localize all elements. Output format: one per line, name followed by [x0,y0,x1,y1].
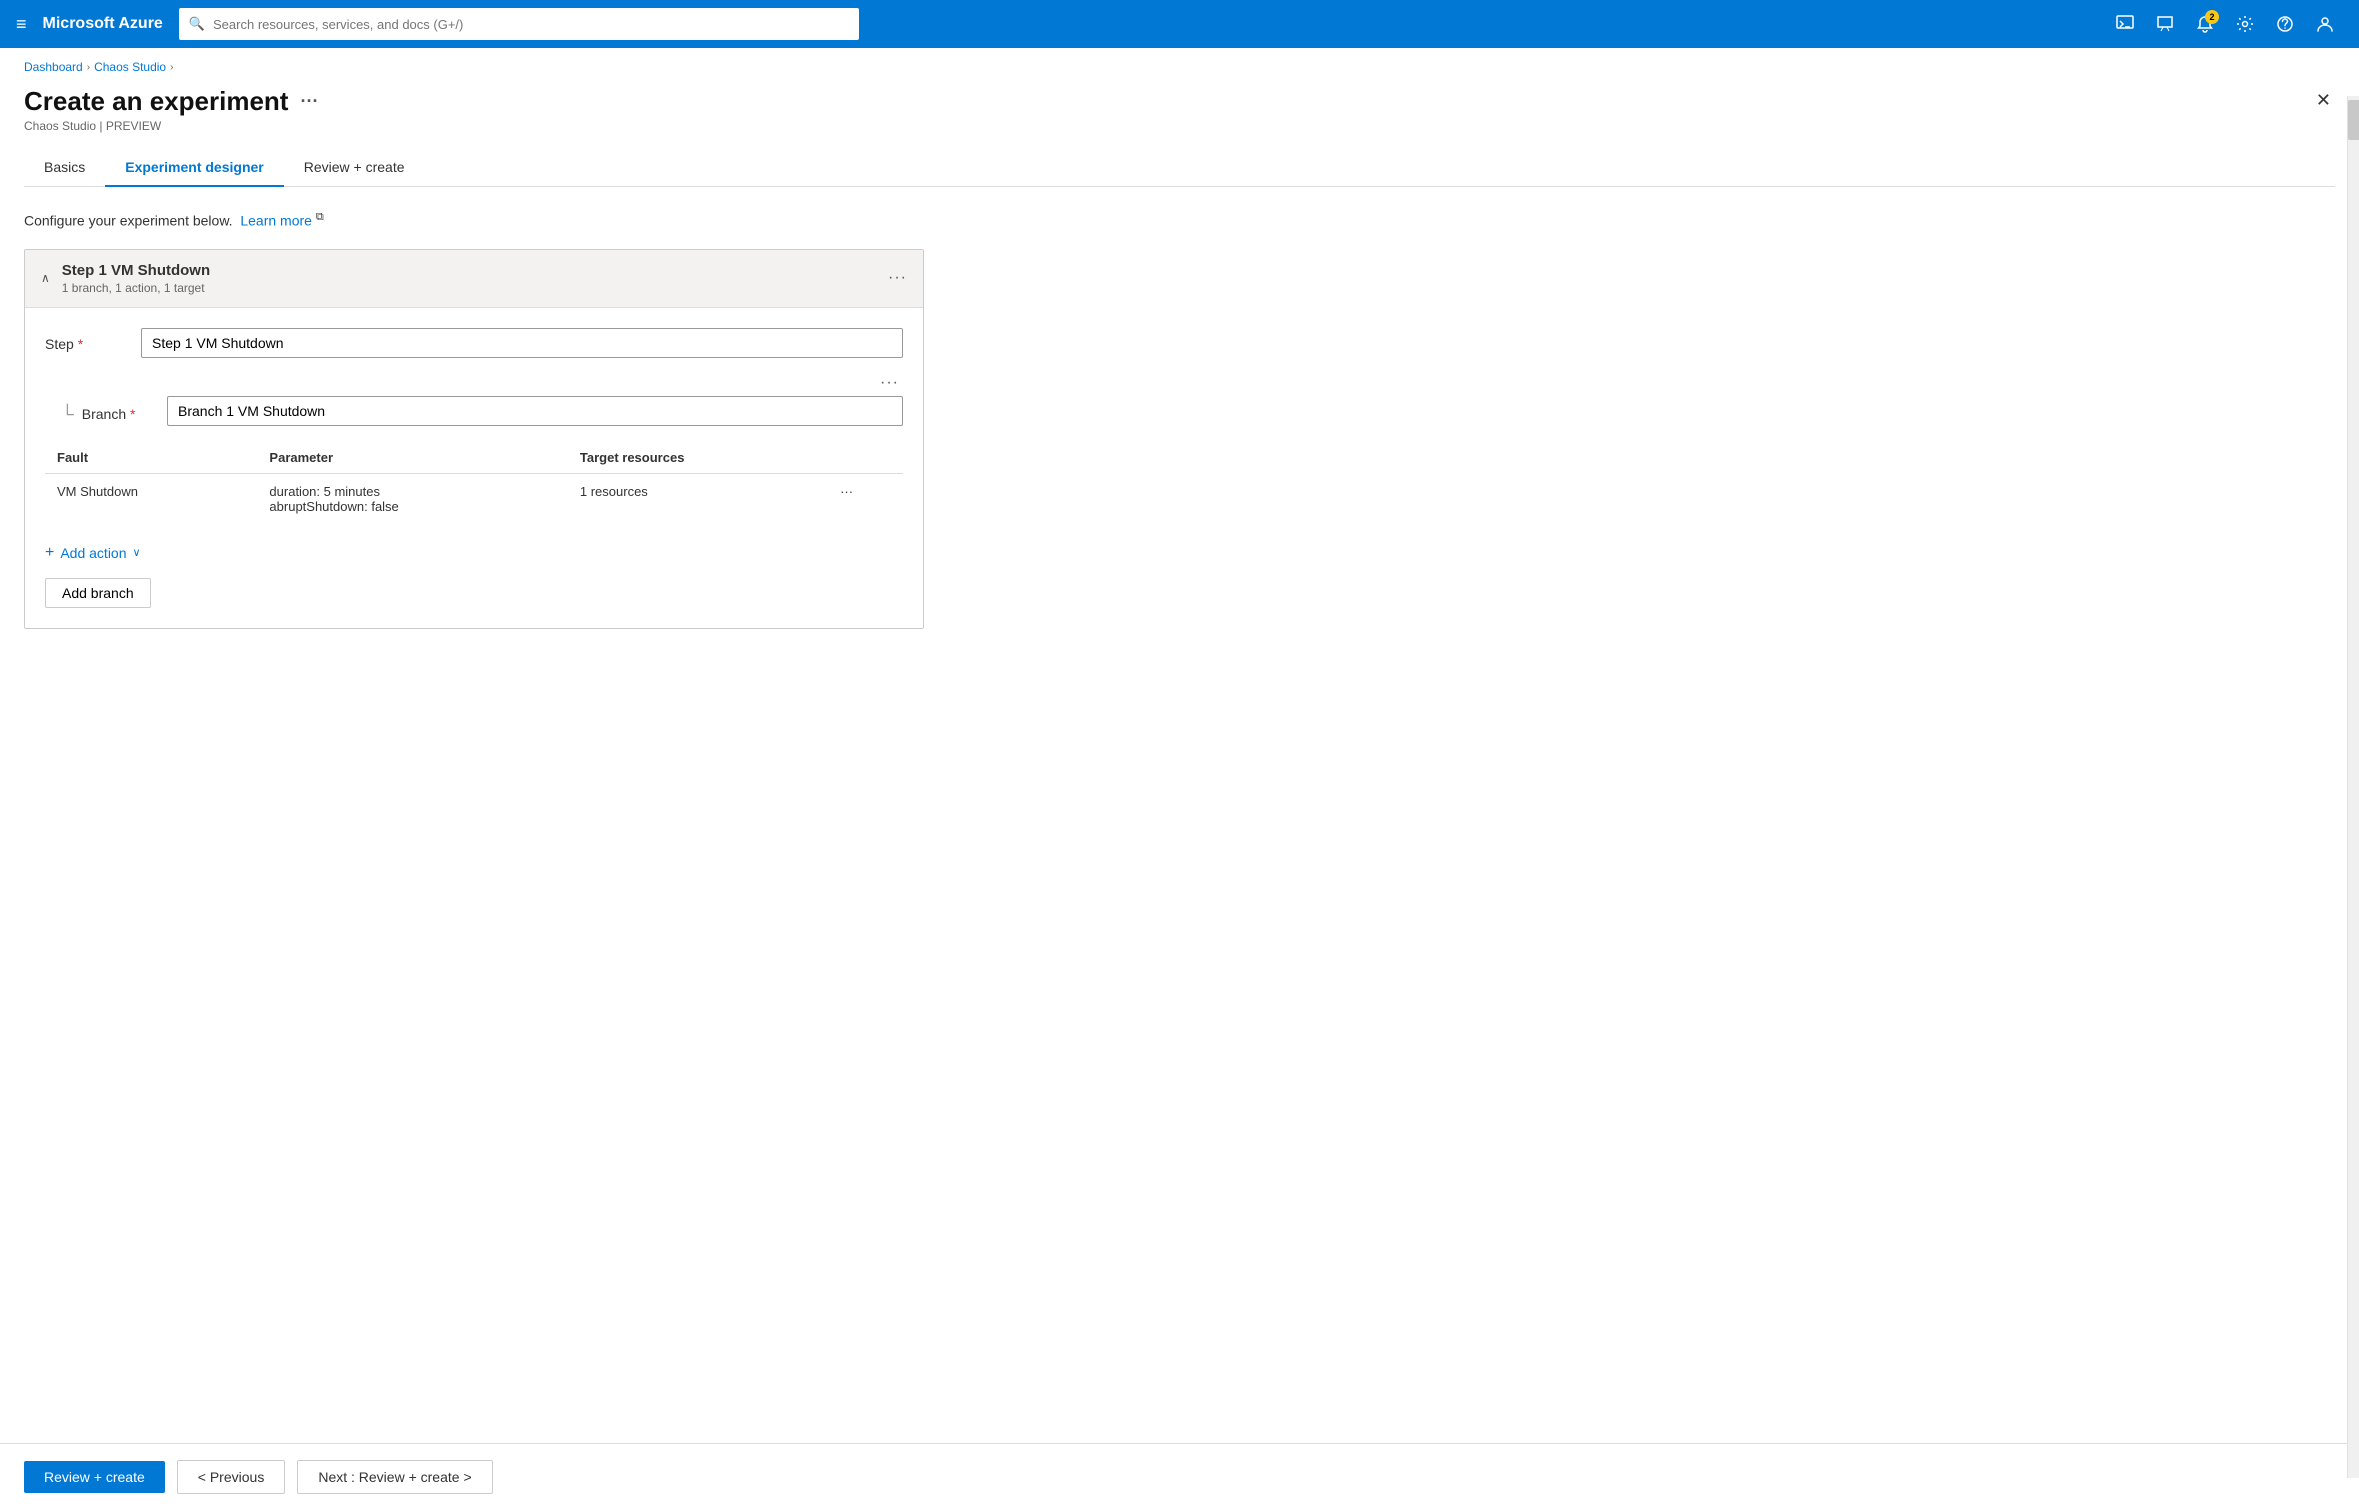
breadcrumb: Dashboard › Chaos Studio › [0,48,2359,78]
account-icon[interactable] [2307,6,2343,42]
step-subtitle: 1 branch, 1 action, 1 target [62,281,210,295]
target-resources-cell: 1 resources [568,473,828,524]
breadcrumb-dashboard[interactable]: Dashboard [24,60,83,74]
param-abrupt-shutdown: abruptShutdown: false [269,499,555,514]
branch-input[interactable] [167,396,903,426]
step-card: ∧ Step 1 VM Shutdown 1 branch, 1 action,… [24,249,924,629]
tab-basics[interactable]: Basics [24,149,105,187]
main-content: Dashboard › Chaos Studio › Create an exp… [0,48,2359,1510]
fault-table: Fault Parameter Target resources VM Shut… [45,442,903,524]
hamburger-icon[interactable]: ≡ [16,14,27,35]
learn-more-link[interactable]: Learn more [240,213,312,229]
next-button[interactable]: Next : Review + create > [297,1460,492,1494]
terminal-icon[interactable] [2107,6,2143,42]
add-action-chevron-icon: ∨ [133,546,141,559]
topbar: ≡ Microsoft Azure 🔍 2 [0,0,2359,48]
breadcrumb-chaos-studio[interactable]: Chaos Studio [94,60,166,74]
step-required-indicator: * [78,336,83,352]
step-more-options[interactable]: ··· [888,269,907,287]
review-create-button[interactable]: Review + create [24,1461,165,1493]
branch-more-options[interactable]: ··· [880,374,899,392]
page-header: Create an experiment ··· Chaos Studio | … [0,78,2359,133]
configure-description: Configure your experiment below. [24,213,233,229]
add-action-icon: + [45,544,54,562]
scrollbar-track[interactable] [2347,96,2359,1478]
step-body: Step * ··· └ Branch [25,308,923,628]
search-box[interactable]: 🔍 [179,8,859,40]
help-icon[interactable] [2267,6,2303,42]
step-label: Step * [45,328,125,352]
content-area: Configure your experiment below. Learn m… [0,187,2359,1443]
tabs: Basics Experiment designer Review + crea… [24,149,2335,187]
step-collapse-icon[interactable]: ∧ [41,271,50,285]
row-actions-column-header [828,442,903,474]
step-title-group: Step 1 VM Shutdown 1 branch, 1 action, 1… [62,262,210,295]
step-header: ∧ Step 1 VM Shutdown 1 branch, 1 action,… [25,250,923,308]
fault-column-header: Fault [45,442,257,474]
fault-cell: VM Shutdown [45,473,257,524]
search-input[interactable] [213,17,849,32]
param-duration: duration: 5 minutes [269,484,555,499]
add-branch-button[interactable]: Add branch [45,578,151,608]
configure-text: Configure your experiment below. Learn m… [24,211,2335,229]
search-icon: 🔍 [189,16,205,32]
page-title: Create an experiment ··· [24,86,318,117]
page-subtitle: Chaos Studio | PREVIEW [24,119,318,133]
breadcrumb-sep-2: › [170,62,173,73]
parameter-cell: duration: 5 minutes abruptShutdown: fals… [257,473,567,524]
page-container: Dashboard › Chaos Studio › Create an exp… [0,48,2359,1510]
page-title-section: Create an experiment ··· Chaos Studio | … [24,86,318,133]
table-row: VM Shutdown duration: 5 minutes abruptSh… [45,473,903,524]
feedback-icon[interactable] [2147,6,2183,42]
step-header-left: ∧ Step 1 VM Shutdown 1 branch, 1 action,… [41,262,210,295]
add-action-label: Add action [60,545,126,561]
tab-review-create[interactable]: Review + create [284,149,425,187]
breadcrumb-sep-1: › [87,62,90,73]
step-title: Step 1 VM Shutdown [62,262,210,279]
parameter-column-header: Parameter [257,442,567,474]
notifications-icon[interactable]: 2 [2187,6,2223,42]
step-input-row: Step * [45,328,903,358]
previous-button[interactable]: < Previous [177,1460,286,1494]
branch-input-row: └ Branch * [61,396,903,426]
fault-table-header-row: Fault Parameter Target resources [45,442,903,474]
scrollbar-thumb[interactable] [2348,100,2359,140]
branch-connector-symbol: └ [61,404,74,425]
step-input[interactable] [141,328,903,358]
settings-icon[interactable] [2227,6,2263,42]
close-button[interactable]: ✕ [2312,86,2335,115]
notification-badge: 2 [2205,10,2219,24]
external-link-icon: ⧉ [316,211,324,223]
topbar-icons: 2 [2107,6,2343,42]
branch-dots-row: ··· [45,374,903,392]
brand-label: Microsoft Azure [43,15,163,33]
footer: Review + create < Previous Next : Review… [0,1443,2359,1510]
target-resources-column-header: Target resources [568,442,828,474]
row-dots-cell[interactable]: ··· [828,473,903,524]
tab-experiment-designer[interactable]: Experiment designer [105,149,284,187]
page-more-options[interactable]: ··· [300,91,318,112]
branch-required-indicator: * [130,406,135,422]
add-action-button[interactable]: + Add action ∨ [45,540,903,566]
branch-label: Branch * [82,406,136,422]
branch-connector: └ Branch * [61,396,151,425]
page-title-text: Create an experiment [24,86,288,117]
